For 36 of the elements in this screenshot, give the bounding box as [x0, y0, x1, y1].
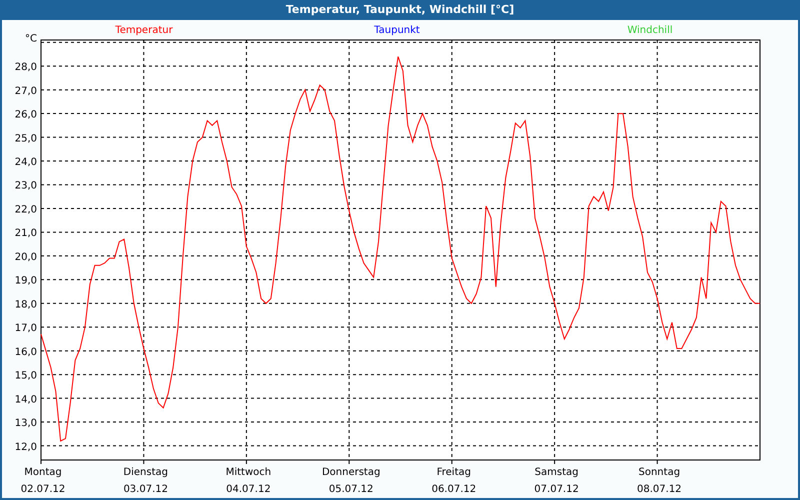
legend-label: Windchill	[627, 25, 673, 36]
day-label: Montag	[24, 467, 62, 478]
date-label: 08.07.12	[637, 484, 682, 495]
axis-tick-label: 19,0	[14, 276, 37, 287]
day-label: Donnerstag	[322, 467, 380, 478]
date-label: 06.07.12	[432, 484, 476, 495]
axis-tick-label: 25,0	[14, 133, 37, 144]
date-label: 04.07.12	[226, 484, 271, 495]
chart-title: Temperatur, Taupunkt, Windchill [°C]	[0, 0, 800, 20]
legend-label: Temperatur	[115, 25, 173, 36]
day-label: Sonntag	[638, 467, 680, 478]
axis-tick-label: 20,0	[14, 252, 37, 263]
axis-tick-label: 18,0	[14, 299, 37, 310]
date-label: 03.07.12	[123, 484, 168, 495]
date-label: 02.07.12	[20, 484, 66, 495]
axis-tick-label: 17,0	[14, 323, 37, 334]
axis-tick-label: 28,0	[14, 62, 37, 74]
axis-tick-label: 22,0	[14, 204, 37, 216]
axis-tick-label: 15,0	[14, 370, 37, 382]
axis-tick-label: 26,0	[14, 110, 37, 121]
axis-tick-label: 13,0	[14, 418, 37, 430]
date-label: 05.07.12	[328, 484, 374, 495]
axis-tick-label: 27,0	[14, 86, 37, 97]
date-label: 07.07.12	[534, 484, 579, 495]
axis-tick-label: 24,0	[14, 157, 37, 168]
axis-tick-label: 12,0	[14, 442, 37, 453]
day-label: Dienstag	[123, 467, 168, 478]
day-label: Freitag	[436, 467, 471, 478]
axis-tick-label: 21,0	[14, 228, 37, 240]
day-label: Mittwoch	[226, 467, 272, 478]
axis-tick-label: 23,0	[14, 180, 37, 192]
legend-label: Taupunkt	[374, 25, 420, 36]
axis-tick-label: 14,0	[14, 394, 37, 406]
axis-unit-label: °C	[25, 33, 37, 44]
axis-tick-label: 16,0	[14, 346, 37, 358]
day-label: Samstag	[534, 467, 578, 478]
